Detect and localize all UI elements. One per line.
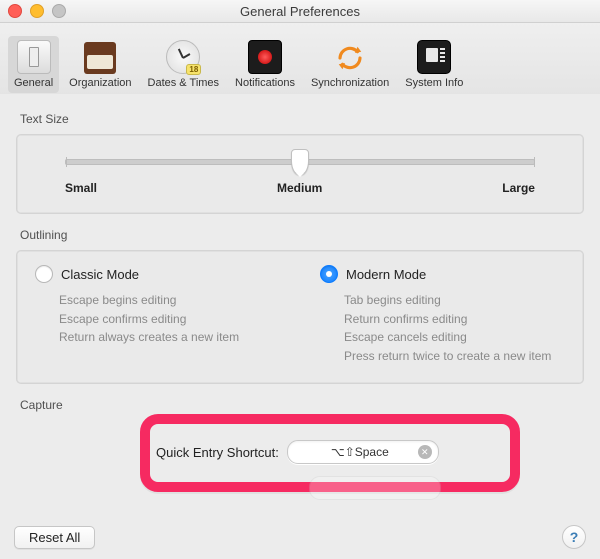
quick-entry-label: Quick Entry Shortcut:: [156, 445, 279, 460]
help-button[interactable]: ?: [562, 525, 586, 549]
preferences-body: Text Size Small Medium Large: [0, 94, 600, 559]
minimize-icon[interactable]: [30, 4, 44, 18]
outlining-group: Classic Mode Escape begins editing Escap…: [16, 250, 584, 384]
notif-icon: [248, 40, 282, 74]
slider-label-small: Small: [65, 181, 97, 195]
calendar-badge: 18: [186, 64, 201, 75]
tab-label: Dates & Times: [148, 77, 220, 89]
classic-hints: Escape begins editing Escape confirms ed…: [59, 291, 280, 347]
window-title: General Preferences: [0, 4, 600, 19]
text-size-slider[interactable]: Small Medium Large: [65, 159, 535, 195]
preferences-window: General Preferences General Organization…: [0, 0, 600, 559]
radio-label: Classic Mode: [61, 267, 139, 282]
text-size-label: Text Size: [20, 112, 580, 126]
shortcut-value: ⌥⇧Space: [302, 445, 418, 459]
tab-label: Notifications: [235, 77, 295, 89]
slider-knob-icon[interactable]: [291, 149, 309, 175]
quick-entry-shortcut-field[interactable]: ⌥⇧Space: [287, 440, 439, 464]
general-icon: [17, 40, 51, 74]
zoom-icon: [52, 4, 66, 18]
radio-icon: [320, 265, 338, 283]
sysinfo-icon: [417, 40, 451, 74]
text-size-group: Small Medium Large: [16, 134, 584, 214]
modern-hints: Tab begins editing Return confirms editi…: [344, 291, 565, 365]
tab-label: Organization: [69, 77, 131, 89]
tab-label: General: [14, 77, 53, 89]
titlebar: General Preferences: [0, 0, 600, 23]
clippings-field-obscured[interactable]: [309, 476, 441, 500]
radio-label: Modern Mode: [346, 267, 426, 282]
slider-label-medium: Medium: [277, 181, 322, 195]
tab-general[interactable]: General: [8, 36, 59, 93]
slider-label-large: Large: [502, 181, 535, 195]
radio-icon: [35, 265, 53, 283]
tab-synchronization[interactable]: Synchronization: [305, 38, 395, 93]
capture-label: Capture: [20, 398, 580, 412]
tab-organization[interactable]: Organization: [63, 38, 137, 93]
tab-dates-times[interactable]: 18 Dates & Times: [142, 36, 226, 93]
footer: Reset All ?: [0, 515, 600, 559]
clear-icon[interactable]: [418, 445, 432, 459]
outlining-label: Outlining: [20, 228, 580, 242]
tab-label: Synchronization: [311, 77, 389, 89]
reset-all-button[interactable]: Reset All: [14, 526, 95, 549]
datetime-icon: 18: [166, 40, 200, 74]
toolbar: General Organization 18 Dates & Times No…: [0, 23, 600, 98]
window-controls: [8, 4, 66, 18]
radio-classic-mode[interactable]: Classic Mode: [35, 265, 280, 283]
close-icon[interactable]: [8, 4, 22, 18]
radio-modern-mode[interactable]: Modern Mode: [320, 265, 565, 283]
tab-system-info[interactable]: System Info: [399, 36, 469, 93]
tab-notifications[interactable]: Notifications: [229, 36, 301, 93]
capture-group: Quick Entry Shortcut: ⌥⇧Space: [16, 420, 584, 520]
clippings-row-obscured: [156, 476, 441, 500]
org-icon: [84, 42, 116, 74]
tab-label: System Info: [405, 77, 463, 89]
sync-icon: [334, 42, 366, 74]
